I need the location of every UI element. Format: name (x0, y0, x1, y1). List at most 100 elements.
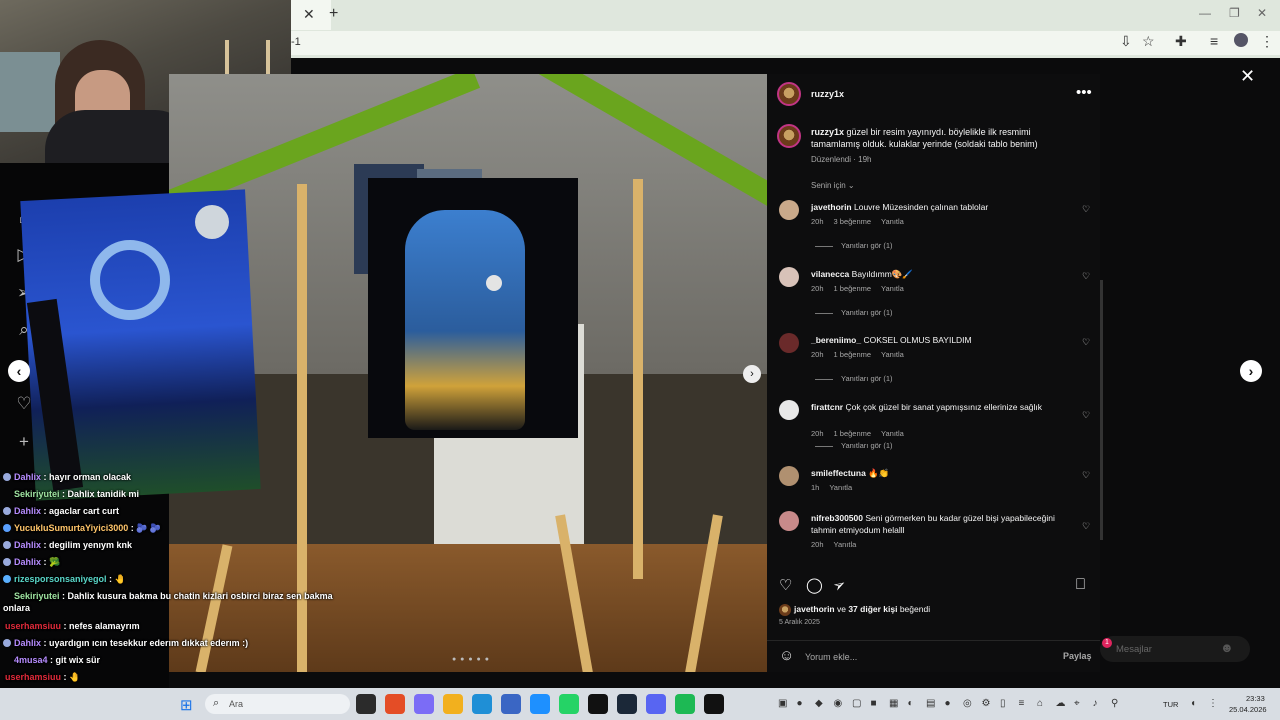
tray-icon[interactable]: ● (945, 698, 951, 709)
star-icon[interactable]: ☆ (1142, 33, 1155, 50)
taskbar-app-icon[interactable] (472, 694, 492, 714)
view-replies-button[interactable]: Yanıtları gör (1) (815, 241, 893, 250)
avatar[interactable] (777, 82, 801, 106)
chat-username[interactable]: 4musa4 (14, 655, 48, 665)
view-replies-button[interactable]: Yanıtları gör (1) (815, 441, 893, 450)
taskbar-app-icon[interactable] (617, 694, 637, 714)
tray-icon[interactable]: ⌂ (1037, 698, 1043, 709)
taskbar-app-icon[interactable] (501, 694, 521, 714)
share-button[interactable]: Paylaş (1063, 651, 1092, 661)
restore-icon[interactable]: ❐ (1229, 6, 1240, 20)
comment-username[interactable]: javethorin (811, 202, 852, 212)
comment-username[interactable]: vilanecca (811, 269, 849, 279)
tray-icon[interactable]: ⌖ (1074, 698, 1080, 709)
taskbar-app-icon[interactable] (356, 694, 376, 714)
chat-username[interactable]: Dahlix (14, 506, 41, 516)
comment-likes[interactable]: 3 beğenme (834, 217, 872, 226)
tray-icon[interactable]: ▯ (1000, 698, 1006, 709)
next-image-button[interactable]: › (743, 365, 761, 383)
comment-username[interactable]: nifreb300500 (811, 513, 863, 523)
reply-button[interactable]: Yanıtla (881, 284, 904, 293)
comment-likes[interactable]: 1 beğenme (834, 350, 872, 359)
tray-icon[interactable]: ▣ (778, 698, 787, 709)
heart-icon[interactable]: ♡ (1082, 337, 1090, 348)
taskbar-app-icon[interactable] (414, 694, 434, 714)
comment-likes[interactable]: 1 beğenme (834, 429, 872, 438)
reply-button[interactable]: Yanıtla (834, 540, 857, 549)
chat-username[interactable]: userhamsiuu (5, 621, 61, 631)
avatar[interactable] (779, 466, 799, 486)
tray-icon[interactable]: ◎ (963, 698, 972, 709)
comment-username[interactable]: _bereniimo_ (811, 335, 861, 345)
heart-icon[interactable]: ♡ (1082, 470, 1090, 481)
tray-icon[interactable]: ▤ (926, 698, 935, 709)
browser-tab[interactable]: ✕ (291, 0, 331, 30)
emoji-icon[interactable]: ☺ (779, 647, 794, 664)
tray-icon[interactable]: ● (797, 698, 803, 709)
scrollbar[interactable] (1100, 280, 1103, 540)
chat-username[interactable]: userhamsiuu (5, 672, 61, 682)
reply-button[interactable]: Yanıtla (881, 350, 904, 359)
taskbar-app-icon[interactable] (530, 694, 550, 714)
chat-username[interactable]: Dahlix (14, 638, 41, 648)
taskbar-app-icon[interactable] (704, 694, 724, 714)
tray-icon[interactable]: ▦ (889, 698, 898, 709)
chat-username[interactable]: Dahlix (14, 472, 41, 482)
windows-start-icon[interactable]: ⊞ (180, 696, 193, 714)
media-icon[interactable]: ≡ (1210, 33, 1218, 49)
minimize-icon[interactable]: — (1199, 6, 1211, 20)
clock-date[interactable]: 25.04.2026 (1229, 705, 1267, 714)
likes-count[interactable]: 37 diğer kişi (848, 604, 897, 614)
tray-icon[interactable]: ♪ (1093, 698, 1098, 709)
taskbar-app-icon[interactable] (385, 694, 405, 714)
likes-line[interactable]: javethorin ve 37 diğer kişi beğendi (779, 604, 930, 616)
comment-username[interactable]: firattcnr (811, 402, 843, 412)
tray-icon[interactable]: ☁ (1056, 698, 1066, 709)
language-indicator[interactable]: TUR (1163, 700, 1178, 709)
avatar[interactable] (779, 333, 799, 353)
network-icon[interactable]: ⋮ (1208, 698, 1218, 709)
taskbar-app-icon[interactable] (646, 694, 666, 714)
taskbar-app-icon[interactable] (559, 694, 579, 714)
close-icon[interactable]: ✕ (1240, 66, 1255, 87)
chat-username[interactable]: Dahlix (14, 557, 41, 567)
tray-icon[interactable]: ◐ (908, 698, 914, 709)
close-icon[interactable]: ✕ (303, 6, 315, 23)
more-icon[interactable]: ••• (1076, 84, 1092, 101)
likes-user[interactable]: javethorin (794, 604, 835, 614)
heart-icon[interactable]: ♡ (779, 576, 792, 594)
reply-button[interactable]: Yanıtla (829, 483, 852, 492)
taskbar-app-icon[interactable] (588, 694, 608, 714)
tray-icon[interactable]: ◆ (815, 698, 823, 709)
tray-icon[interactable]: ◉ (834, 698, 843, 709)
send-icon[interactable]: ➢ (829, 574, 849, 596)
comment-likes[interactable]: 1 beğenme (834, 284, 872, 293)
heart-icon[interactable]: ♡ (1082, 271, 1090, 282)
chat-username[interactable]: Dahlix (14, 540, 41, 550)
heart-icon[interactable]: ♡ (1082, 204, 1090, 215)
sort-dropdown[interactable]: Senin için ⌄ (811, 181, 855, 190)
bookmark-icon[interactable]: ⎕ (1076, 576, 1085, 593)
heart-icon[interactable]: ♡ (1082, 410, 1090, 421)
taskbar-search[interactable] (205, 694, 350, 714)
chat-username[interactable]: rizesporsonsaniyegol (14, 574, 107, 584)
tray-icon[interactable]: ≡ (1019, 698, 1025, 709)
menu-icon[interactable]: ⋮ (1260, 33, 1274, 50)
comment-username[interactable]: smileffectuna (811, 468, 866, 478)
tray-icon[interactable]: ⚙ (982, 698, 991, 709)
avatar[interactable] (779, 511, 799, 531)
view-replies-button[interactable]: Yanıtları gör (1) (815, 308, 893, 317)
view-replies-button[interactable]: Yanıtları gör (1) (815, 374, 893, 383)
tray-icon[interactable]: ▢ (852, 698, 861, 709)
avatar[interactable] (779, 267, 799, 287)
taskbar-app-icon[interactable] (443, 694, 463, 714)
chat-username[interactable]: Sekiriyutei (14, 591, 60, 601)
clock-time[interactable]: 23:33 (1246, 694, 1265, 703)
tray-icon[interactable]: ⚲ (1111, 698, 1118, 709)
plus-icon[interactable]: + (329, 5, 338, 23)
tray-icon[interactable]: ■ (871, 698, 877, 709)
prev-post-button[interactable]: ‹ (8, 360, 30, 382)
avatar[interactable] (779, 400, 799, 420)
next-post-button[interactable]: › (1240, 360, 1262, 382)
chat-username[interactable]: YucukluSumurtaYiyici3000 (14, 523, 128, 533)
